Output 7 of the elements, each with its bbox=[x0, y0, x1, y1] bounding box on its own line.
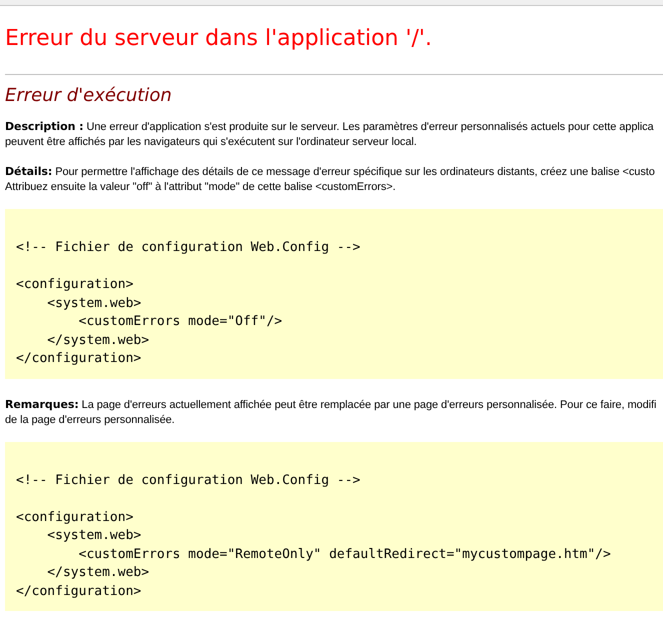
code-block: <!-- Fichier de configuration Web.Config --> <configuration> <system.web> <customErrors mode="Off"/> </system.web> </configuration> bbox=[5, 209, 663, 378]
paragraph: Détails: Pour permettre l'affichage des détails de ce message d'erreur spécifique sur les ordinateurs distants, créez une balise <custo Attribuez ensuite la valeur "off" à l'attribut "mode" de cette balise <customErrors>. bbox=[5, 164, 656, 195]
code-block: <!-- Fichier de configuration Web.Config --> <configuration> <system.web> <customErrors mode="RemoteOnly" defaultRedirect="mycustompage.htm"/> </system.web> </configuration> bbox=[5, 442, 663, 611]
paragraph: Description : Une erreur d'application s'est produite sur le serveur. Les paramètres d'erreur personnalisés actuels pour cette applica peuvent être affichés par les navigateurs qui s'exécutent sur l'ordinateur serveur local. bbox=[5, 119, 655, 150]
error-heading: Erreur d'exécution bbox=[5, 87, 173, 105]
paragraph: Remarques: La page d'erreurs actuellement affichée peut être remplacée par une page d'erreurs personnalisée. Pour ce faire, modifi de la page d'erreurs personnalisée. bbox=[5, 396, 658, 428]
page-title: Erreur du serveur dans l'application '/'. bbox=[5, 28, 433, 50]
